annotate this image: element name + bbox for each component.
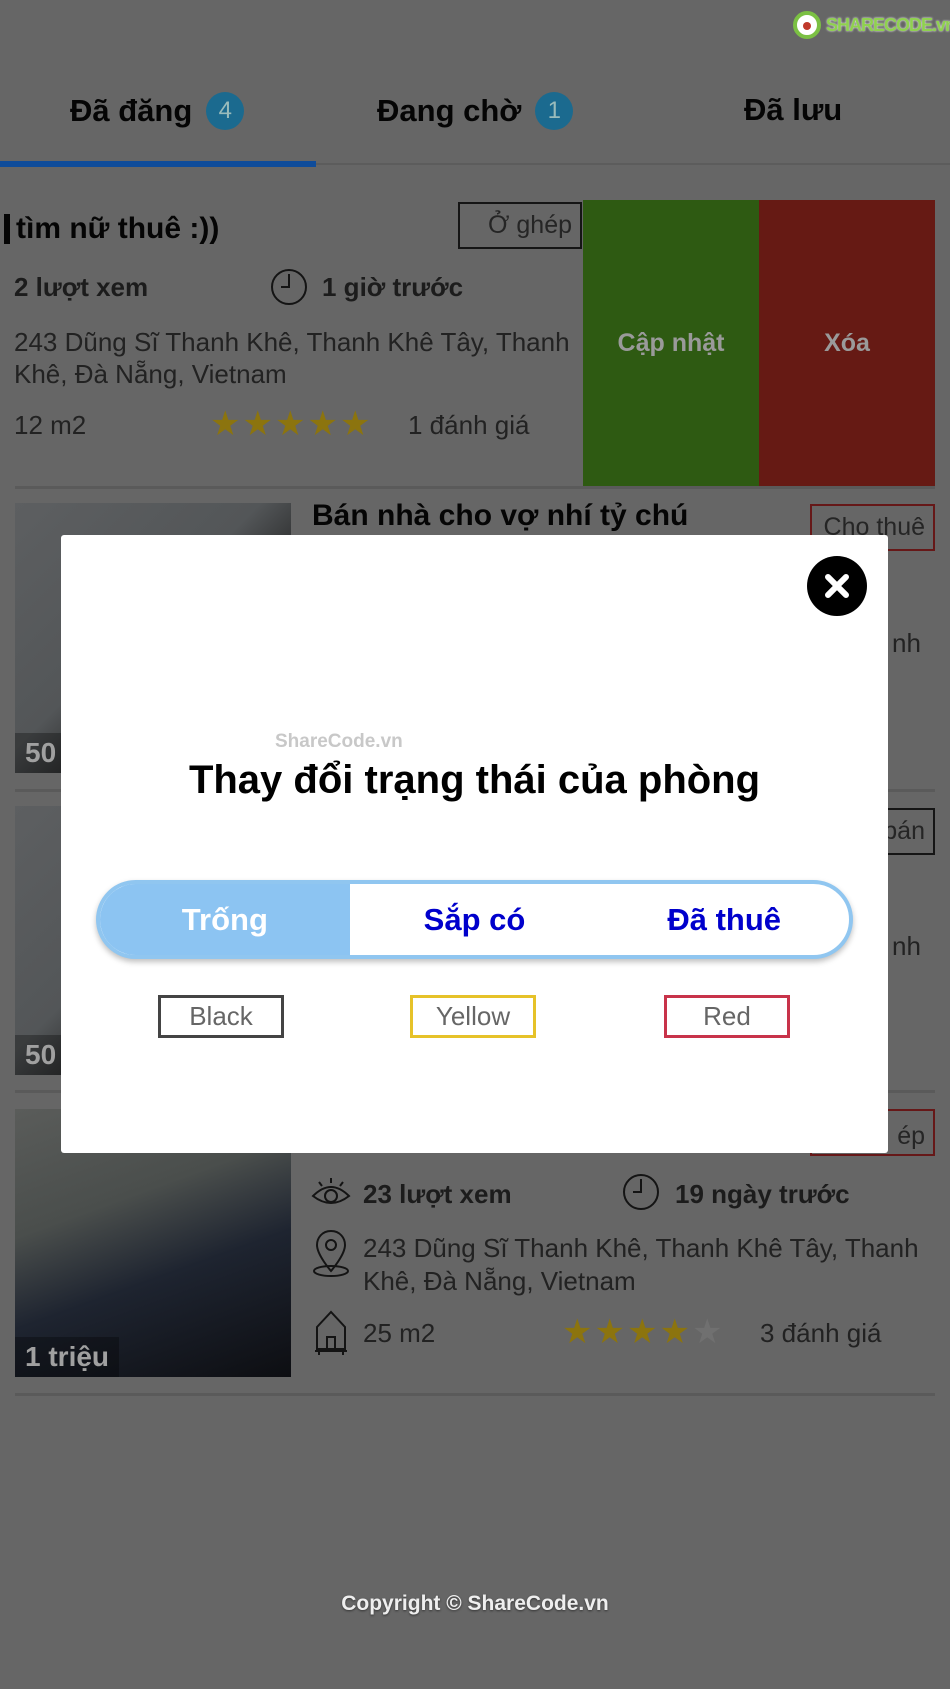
close-icon [825, 574, 849, 598]
copyright-footer: Copyright © ShareCode.vn [341, 1592, 609, 1615]
views-count: 2 lượt xem [14, 272, 149, 302]
tab-label: Đã lưu [744, 92, 843, 127]
card-divider [15, 1393, 935, 1396]
house-icon [315, 1310, 347, 1355]
close-button[interactable] [807, 556, 867, 616]
segment-rented[interactable]: Đã thuê [599, 884, 849, 955]
price-label: 1 triệu [15, 1337, 120, 1377]
logo-text: SHARECODE.vn [826, 14, 950, 35]
clipped-title-fragment [4, 214, 10, 244]
update-label: Cập nhật [617, 329, 725, 357]
review-count: 1 đánh giá [408, 410, 530, 440]
watermark: ShareCode.vn [275, 731, 403, 752]
sharecode-logo: SHARECODE.vn [792, 10, 950, 40]
update-button[interactable]: Cập nhật [583, 200, 759, 487]
star-filled-icon: ★ [562, 1313, 593, 1351]
recycle-logo-icon [793, 11, 821, 39]
yellow-button[interactable]: Yellow [410, 995, 536, 1038]
active-tab-indicator [0, 161, 316, 167]
views-count: 23 lượt xem [363, 1179, 512, 1209]
star-rating: ★ ★ ★ ★ ★ [562, 1315, 722, 1349]
tab-posted[interactable]: Đã đăng 4 [70, 92, 245, 130]
star-filled-icon: ★ [626, 1313, 658, 1351]
area: 25 m2 [363, 1318, 436, 1348]
address-line: nh [892, 931, 921, 961]
status-segmented-control: Trống Sắp có Đã thuê [96, 880, 853, 959]
dialog-title: Thay đổi trạng thái của phòng [188, 758, 761, 802]
tab-label: Đã đăng [70, 93, 193, 128]
star-filled-icon: ★ [242, 405, 273, 443]
price-label: 50 [15, 1035, 67, 1075]
address-line: nh [892, 628, 921, 658]
listing-title[interactable]: Bán nhà cho vợ nhí tỷ chú [312, 499, 688, 533]
location-pin-icon [313, 1229, 349, 1277]
star-rating: ★ ★ ★ ★ ★ [210, 407, 370, 441]
star-empty-icon: ★ [691, 1313, 723, 1351]
star-filled-icon: ★ [307, 405, 338, 443]
posted-time: 19 ngày trước [675, 1179, 850, 1209]
clock-icon [623, 1174, 659, 1210]
address-line: Khê, Đà Nẵng, Vietnam [363, 1266, 636, 1296]
segment-empty[interactable]: Trống [100, 884, 350, 955]
type-badge-label: ép [897, 1122, 925, 1150]
delete-button[interactable]: Xóa [759, 200, 935, 487]
star-filled-icon: ★ [274, 405, 306, 443]
segment-coming-soon[interactable]: Sắp có [350, 884, 600, 955]
tab-pending[interactable]: Đang chờ 1 [377, 92, 574, 130]
address-line: 243 Dũng Sĩ Thanh Khê, Thanh Khê Tây, Th… [14, 327, 570, 357]
count-badge: 1 [535, 92, 574, 130]
eye-icon [311, 1178, 351, 1204]
area: 12 m2 [14, 410, 87, 440]
type-badge: Ở ghép [458, 202, 582, 249]
posted-time: 1 giờ trước [322, 272, 464, 302]
listing-title: tìm nữ thuê :)) [16, 212, 220, 245]
star-filled-icon: ★ [339, 405, 371, 443]
type-badge-label: bán [883, 817, 925, 845]
count-badge: 4 [206, 92, 245, 130]
tab-label: Đang chờ [377, 93, 522, 128]
address-line: Khê, Đà Nẵng, Vietnam [14, 359, 287, 389]
card-divider [15, 486, 935, 489]
star-filled-icon: ★ [659, 1313, 690, 1351]
listing-card[interactable]: tìm nữ thuê :)) Ở ghép 2 lượt xem 1 giờ … [0, 200, 950, 487]
change-room-status-dialog: ShareCode.vn Thay đổi trạng thái của phò… [61, 535, 888, 1153]
star-filled-icon: ★ [210, 405, 241, 443]
red-button[interactable]: Red [664, 995, 790, 1038]
clock-icon [271, 269, 307, 305]
review-count: 3 đánh giá [760, 1318, 882, 1348]
black-button[interactable]: Black [158, 995, 284, 1038]
delete-label: Xóa [824, 329, 870, 357]
address-line: 243 Dũng Sĩ Thanh Khê, Thanh Khê Tây, Th… [363, 1233, 919, 1263]
tab-saved[interactable]: Đã lưu [744, 92, 842, 128]
price-label: 50 [15, 733, 67, 773]
type-badge-label: Ở ghép [488, 211, 572, 239]
star-filled-icon: ★ [594, 1313, 625, 1351]
